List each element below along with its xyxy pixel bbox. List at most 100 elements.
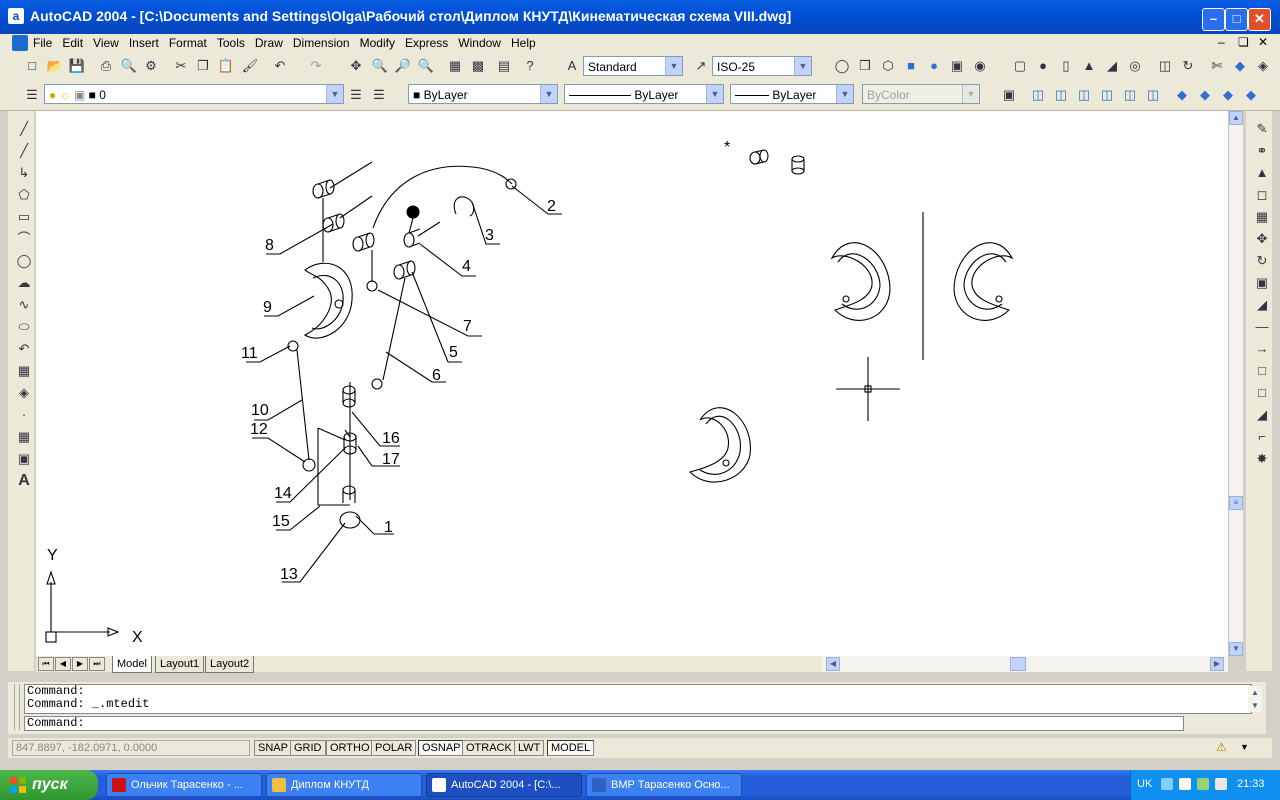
zoom-window-icon[interactable]: 🔎 (393, 56, 413, 76)
circle-icon[interactable]: ◯ (14, 251, 34, 271)
tab-layout1[interactable]: Layout1 (155, 656, 205, 673)
revolve-icon[interactable]: ↻ (1178, 56, 1198, 76)
hatch-icon[interactable]: ▦ (14, 427, 34, 447)
ellipse-icon[interactable]: ⬭ (14, 317, 34, 337)
menu-draw[interactable]: Draw (250, 34, 288, 52)
callout-label-8[interactable]: 8 (265, 237, 274, 255)
new-icon[interactable]: □ (22, 56, 42, 76)
wedge-icon[interactable]: ◢ (1102, 56, 1122, 76)
menu-file[interactable]: File (28, 34, 57, 52)
cut-icon[interactable]: ✂ (171, 56, 191, 76)
callout-label-4[interactable]: 4 (462, 258, 471, 276)
ne-iso-icon[interactable]: ◆ (1218, 85, 1238, 105)
warning-icon[interactable]: ⚠ (1216, 740, 1232, 756)
scroll-down-icon[interactable]: ▼ (1229, 642, 1243, 656)
copy-object-icon[interactable]: ⚭ (1252, 141, 1272, 161)
toggle-model[interactable]: MODEL (547, 740, 595, 756)
plot-icon[interactable]: ⎙ (96, 56, 116, 76)
construction-line-icon[interactable]: ╱ (14, 141, 34, 161)
callout-label-6[interactable]: 6 (432, 367, 441, 385)
arc-icon[interactable]: ⌒ (14, 229, 34, 249)
sphere-icon[interactable]: ● (1033, 56, 1053, 76)
scale-icon[interactable]: ▣ (1252, 273, 1272, 293)
callout-label-5[interactable]: 5 (449, 344, 458, 362)
callout-label-17[interactable]: 17 (382, 451, 400, 469)
gouraud-edges-icon[interactable]: ◉ (970, 56, 990, 76)
design-center-icon[interactable]: ▩ (468, 56, 488, 76)
toggle-lwt[interactable]: LWT (514, 740, 545, 756)
scroll-right-icon[interactable]: ▶ (1210, 657, 1224, 671)
copy-icon[interactable]: ❐ (193, 56, 213, 76)
first-tab-icon[interactable]: ⏮ (38, 657, 54, 671)
hide-icon[interactable]: ◯ (832, 56, 852, 76)
layer-previous-icon[interactable]: ☰ (369, 85, 389, 105)
shade-icon[interactable]: ❒ (855, 56, 875, 76)
dim-style-select[interactable]: ISO-25 ▼ (712, 56, 812, 76)
callout-label-9[interactable]: 9 (263, 299, 272, 317)
bottom-view-icon[interactable]: ◫ (1051, 85, 1071, 105)
sw-iso-icon[interactable]: ◆ (1172, 85, 1192, 105)
offset-icon[interactable]: ◻ (1252, 185, 1272, 205)
menu-format[interactable]: Format (164, 34, 212, 52)
cylinder-icon[interactable]: ▯ (1056, 56, 1076, 76)
toggle-osnap[interactable]: OSNAP (418, 740, 465, 756)
publish-icon[interactable]: ⚙ (141, 56, 161, 76)
taskbar-task-button[interactable]: AutoCAD 2004 - [C:\... (426, 773, 582, 797)
erase-icon[interactable]: ✎ (1252, 119, 1272, 139)
autocad-app-icon[interactable]: a (8, 8, 24, 24)
polygon-icon[interactable]: ⬠ (14, 185, 34, 205)
callout-label-15[interactable]: 15 (272, 513, 290, 531)
language-indicator[interactable]: UK (1137, 778, 1152, 790)
stretch-icon[interactable]: ◢ (1252, 295, 1272, 315)
menu-dimension[interactable]: Dimension (288, 34, 355, 52)
callout-label-13[interactable]: 13 (280, 566, 298, 584)
toggle-grid[interactable]: GRID (290, 740, 326, 756)
spline-icon[interactable]: ∿ (14, 295, 34, 315)
grip-handle[interactable] (14, 684, 20, 730)
layer-manager-icon[interactable]: ☰ (22, 85, 42, 105)
box-icon[interactable]: ▢ (1010, 56, 1030, 76)
line-icon[interactable]: ╱ (14, 119, 34, 139)
undo-icon[interactable]: ↶ (270, 56, 290, 76)
multiline-text-icon[interactable]: A (14, 471, 34, 491)
callout-label-10[interactable]: 10 (251, 402, 269, 420)
interfere-icon[interactable]: ◈ (1253, 56, 1273, 76)
dim-style-icon[interactable]: ↗ (691, 56, 711, 76)
callout-label-3[interactable]: 3 (485, 227, 494, 245)
linetype-select[interactable]: ByLayer ▼ (564, 84, 724, 104)
close-button[interactable]: ✕ (1248, 8, 1271, 31)
document-icon[interactable] (12, 35, 28, 51)
callout-label-1[interactable]: 1 (384, 519, 393, 537)
callout-label-11[interactable]: 11 (241, 345, 258, 363)
next-tab-icon[interactable]: ▶ (72, 657, 88, 671)
layer-select[interactable]: ● ☼ ▣ ■ 0 ▼ (44, 84, 344, 104)
color-select[interactable]: ■ ByLayer ▼ (408, 84, 558, 104)
scroll-up-icon[interactable]: ▲ (1229, 111, 1243, 125)
toggle-polar[interactable]: POLAR (371, 740, 417, 756)
extrude-icon[interactable]: ◫ (1155, 56, 1175, 76)
fillet-icon[interactable]: ⌐ (1252, 427, 1272, 447)
command-input[interactable]: Command: (24, 716, 1184, 731)
safely-remove-icon[interactable] (1197, 778, 1209, 790)
redo-icon[interactable]: ↷ (306, 56, 326, 76)
vertical-scrollbar[interactable]: ▲ ≡ ▼ (1228, 111, 1243, 656)
callout-label-12[interactable]: 12 (250, 421, 268, 439)
text-style-select[interactable]: Standard ▼ (583, 56, 683, 76)
vertical-scroll-thumb[interactable]: ≡ (1229, 496, 1243, 510)
region-icon[interactable]: ▣ (14, 449, 34, 469)
status-menu-icon[interactable]: ▼ (1240, 742, 1249, 752)
menu-modify[interactable]: Modify (355, 34, 400, 52)
make-object-layer-current-icon[interactable]: ☰ (346, 85, 366, 105)
menu-window[interactable]: Window (453, 34, 506, 52)
taskbar-task-button[interactable]: Диплом КНУТД (266, 773, 422, 797)
pan-realtime-icon[interactable]: ✥ (346, 56, 366, 76)
lineweight-select[interactable]: ByLayer ▼ (730, 84, 854, 104)
torus-icon[interactable]: ◎ (1125, 56, 1145, 76)
scroll-left-icon[interactable]: ◀ (826, 657, 840, 671)
taskbar-task-button[interactable]: ВМР Тарасенко Осно... (586, 773, 742, 797)
slice-icon[interactable]: ✄ (1207, 56, 1227, 76)
rotate-icon[interactable]: ↻ (1252, 251, 1272, 271)
doc-restore-icon[interactable]: ❏ (1238, 35, 1249, 49)
menu-edit[interactable]: Edit (57, 34, 88, 52)
tab-model[interactable]: Model (112, 656, 152, 673)
